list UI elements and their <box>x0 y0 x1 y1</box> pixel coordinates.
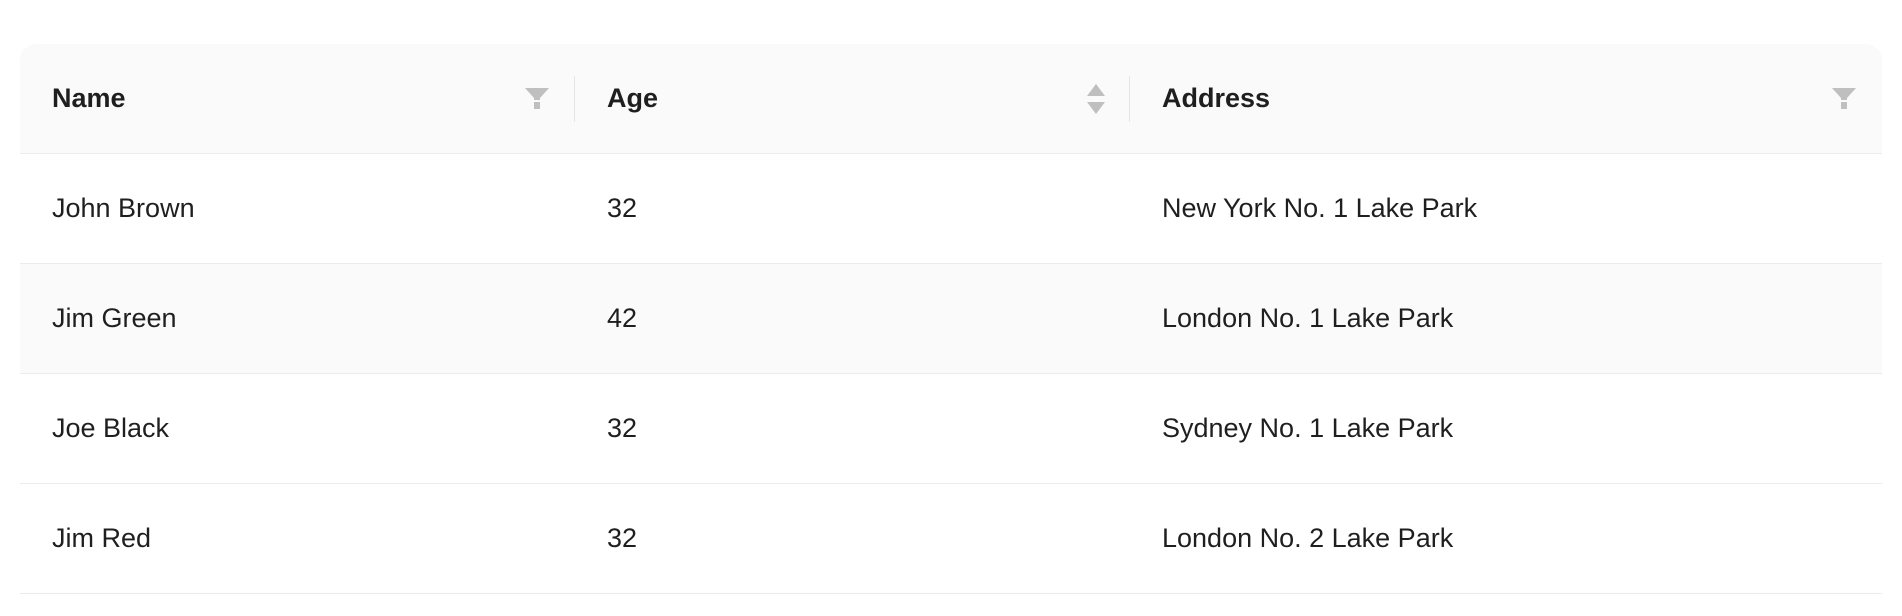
cell-address: New York No. 1 Lake Park <box>1130 154 1882 264</box>
table-row[interactable]: Jim Green 42 London No. 1 Lake Park <box>20 264 1882 374</box>
cell-age: 32 <box>575 374 1130 484</box>
cell-name: Jim Red <box>20 484 575 594</box>
cell-name: Joe Black <box>20 374 575 484</box>
data-table: Name Age Address John Brown 32 New York … <box>20 44 1882 594</box>
column-header-age-label: Age <box>607 83 659 113</box>
table-row[interactable]: Joe Black 32 Sydney No. 1 Lake Park <box>20 374 1882 484</box>
sort-icon[interactable] <box>1086 83 1106 115</box>
table-body: John Brown 32 New York No. 1 Lake Park J… <box>20 154 1882 594</box>
header-row: Name Age Address <box>20 44 1882 154</box>
cell-address: London No. 1 Lake Park <box>1130 264 1882 374</box>
cell-age: 32 <box>575 484 1130 594</box>
cell-name: Jim Green <box>20 264 575 374</box>
filter-icon[interactable] <box>524 87 550 111</box>
column-header-name-label: Name <box>52 83 126 113</box>
cell-address: London No. 2 Lake Park <box>1130 484 1882 594</box>
column-header-age[interactable]: Age <box>575 44 1130 154</box>
cell-age: 42 <box>575 264 1130 374</box>
column-header-address-label: Address <box>1162 83 1271 113</box>
data-table-container: Name Age Address John Brown 32 New York … <box>20 44 1882 594</box>
column-header-address[interactable]: Address <box>1130 44 1882 154</box>
cell-age: 32 <box>575 154 1130 264</box>
table-header: Name Age Address <box>20 44 1882 154</box>
cell-name: John Brown <box>20 154 575 264</box>
column-header-name[interactable]: Name <box>20 44 575 154</box>
filter-icon[interactable] <box>1831 87 1857 111</box>
table-row[interactable]: Jim Red 32 London No. 2 Lake Park <box>20 484 1882 594</box>
table-row[interactable]: John Brown 32 New York No. 1 Lake Park <box>20 154 1882 264</box>
cell-address: Sydney No. 1 Lake Park <box>1130 374 1882 484</box>
